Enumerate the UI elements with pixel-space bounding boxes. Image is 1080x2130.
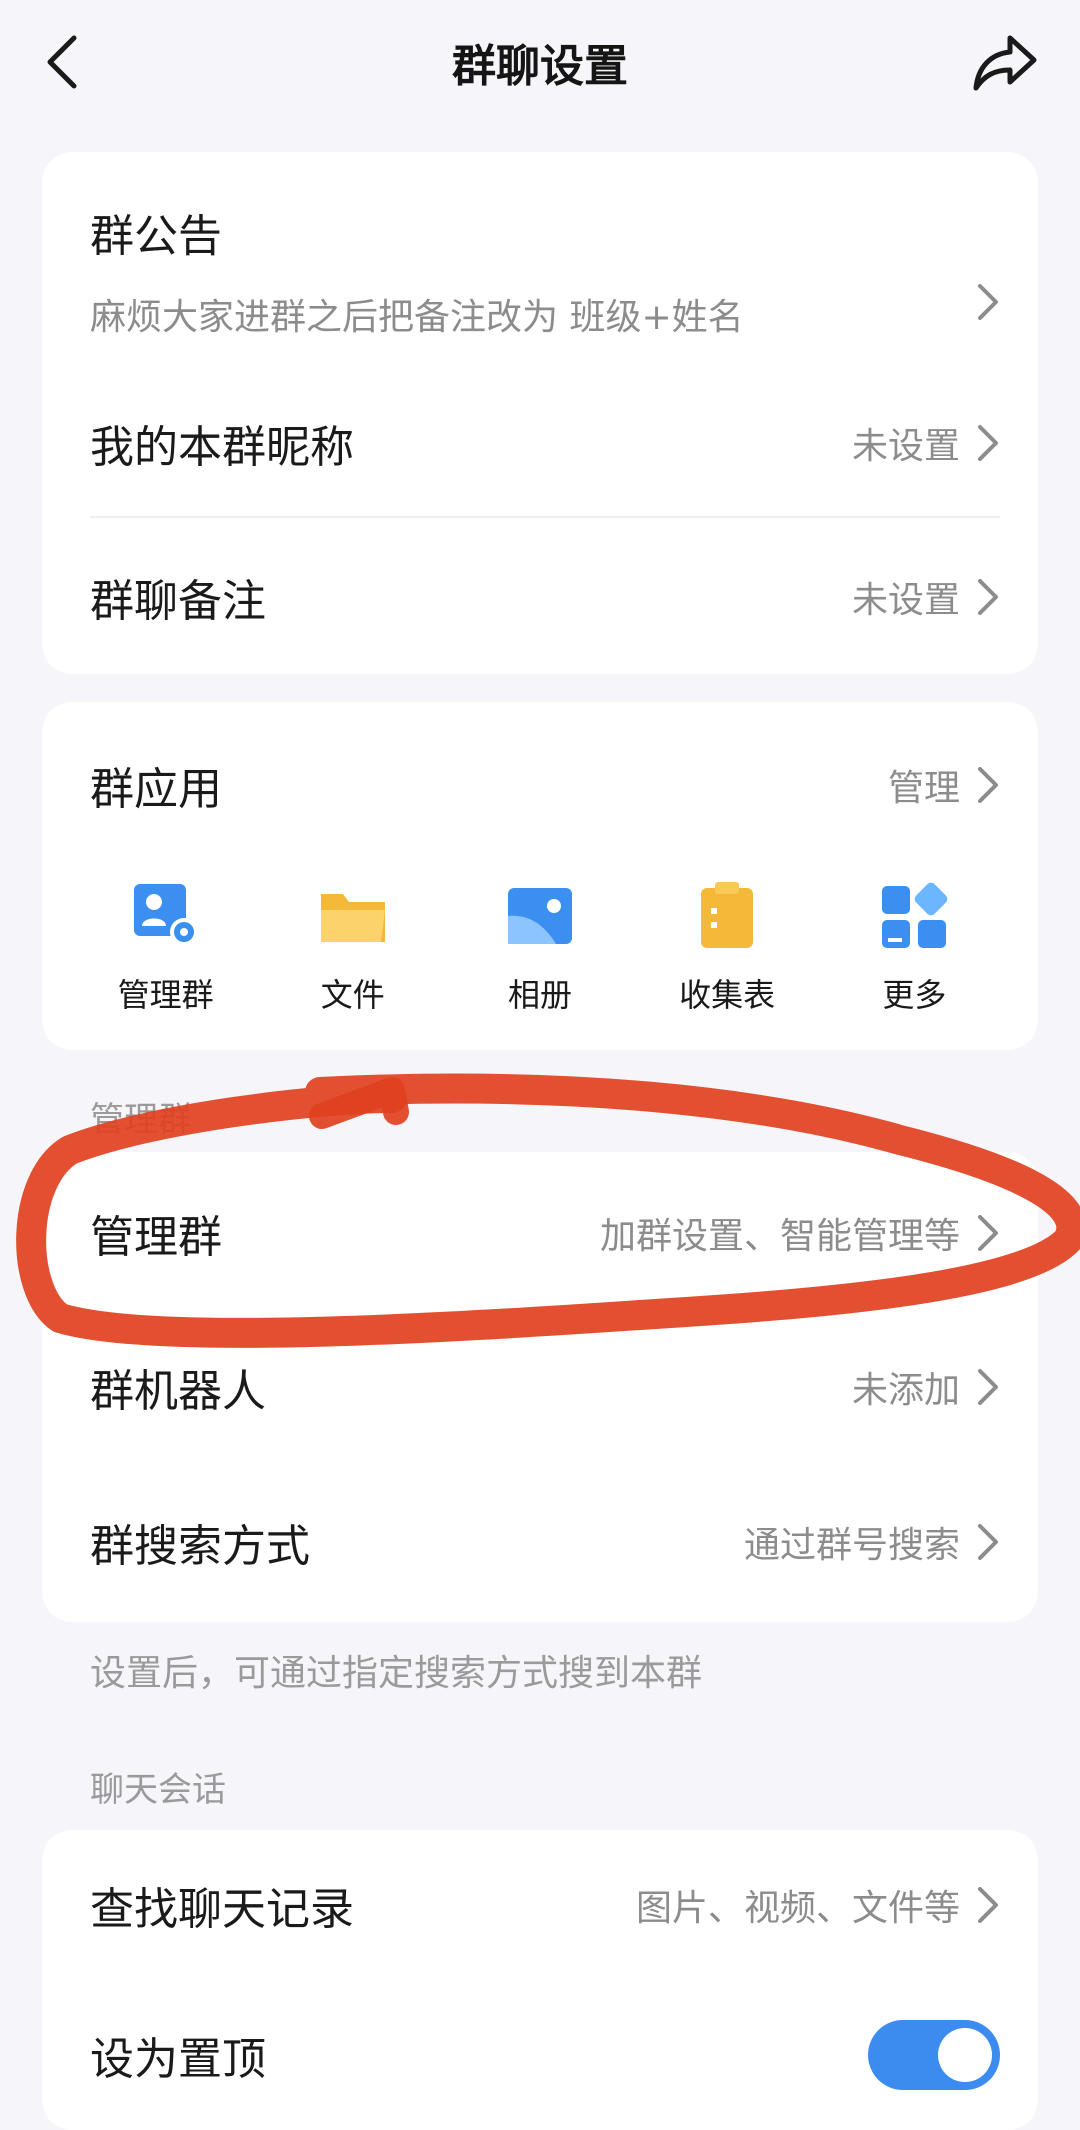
announcement-label: 群公告 [90,211,222,262]
group-robot-right: 未添加 [852,1361,1000,1413]
nickname-row[interactable]: 我的本群昵称 未设置 [42,368,1038,518]
clipboard-icon [701,882,754,948]
toggle-knob [938,2028,992,2082]
search-history-label: 查找聊天记录 [90,1884,354,1935]
manage-group-value: 加群设置、智能管理等 [599,1216,960,1257]
nickname-label: 我的本群昵称 [90,422,354,473]
share-icon [973,35,1037,91]
group-robot-label: 群机器人 [90,1366,266,1417]
manage-group-icon [133,884,198,946]
group-robot-value: 未添加 [851,1370,960,1411]
manage-group-right: 加群设置、智能管理等 [600,1207,1000,1259]
app-manage-group[interactable]: 管理群 [86,880,246,1016]
photo-album-icon [507,888,572,944]
share-button[interactable] [960,22,1050,102]
chat-card: 查找聊天记录 图片、视频、文件等 设为置顶 [42,1830,1038,2130]
app-more[interactable]: 更多 [834,880,994,1016]
group-search-value: 通过群号搜索 [743,1525,960,1566]
chevron-right-icon [978,1887,998,1923]
group-remark-row[interactable]: 群聊备注 未设置 [42,522,1038,672]
group-remark-value: 未设置 [851,580,960,621]
app-label: 更多 [882,976,947,1014]
group-remark-right: 未设置 [852,571,1000,623]
chat-section-label: 聊天会话 [90,1770,226,1810]
search-history-right: 图片、视频、文件等 [636,1879,1000,1931]
nickname-right: 未设置 [852,417,1000,469]
app-label: 管理群 [117,976,214,1014]
chevron-right-icon [978,1369,998,1405]
more-apps-icon [882,882,948,948]
group-apps-card: 群应用 管理 管理群 文件 相册 收集表 更多 [42,702,1038,1050]
group-robot-row[interactable]: 群机器人 未添加 [42,1312,1038,1462]
chevron-right-icon [978,284,998,320]
search-history-value: 图片、视频、文件等 [635,1888,960,1929]
group-apps-label: 群应用 [90,764,222,815]
manage-card: 管理群 加群设置、智能管理等 群机器人 未添加 群搜索方式 通过群号搜索 [42,1152,1038,1622]
announcement-row[interactable]: 群公告 麻烦大家进群之后把备注改为 班级+姓名 [42,182,1038,372]
group-apps-row[interactable]: 群应用 管理 [42,710,1038,860]
group-info-card: 群公告 麻烦大家进群之后把备注改为 班级+姓名 我的本群昵称 未设置 群聊备注 … [42,152,1038,674]
app-label: 收集表 [679,976,776,1014]
chevron-right-icon [978,425,998,461]
folder-icon [320,894,385,942]
app-label: 文件 [320,976,385,1014]
group-search-right: 通过群号搜索 [744,1516,1000,1568]
pin-chat-row: 设为置顶 [42,1980,1038,2130]
chevron-right-icon [978,579,998,615]
manage-section-label: 管理群 [90,1100,192,1140]
app-label: 相册 [507,976,572,1014]
divider [90,516,1000,518]
manage-group-label: 管理群 [90,1212,222,1263]
chevron-right-icon [978,1215,998,1251]
app-files[interactable]: 文件 [273,880,433,1016]
announcement-text: 麻烦大家进群之后把备注改为 班级+姓名 [90,297,744,338]
group-apps-right: 管理 [888,759,1000,811]
search-history-row[interactable]: 查找聊天记录 图片、视频、文件等 [42,1830,1038,1980]
pin-chat-label: 设为置顶 [90,2034,266,2085]
app-album[interactable]: 相册 [460,880,620,1016]
manage-group-row[interactable]: 管理群 加群设置、智能管理等 [42,1158,1038,1308]
group-remark-label: 群聊备注 [90,576,266,627]
nickname-value: 未设置 [851,426,960,467]
app-collect-form[interactable]: 收集表 [647,880,807,1016]
app-grid: 管理群 文件 相册 收集表 更多 [42,880,1038,1016]
group-apps-manage: 管理 [887,768,960,809]
group-search-label: 群搜索方式 [90,1521,310,1572]
chevron-right-icon [978,767,998,803]
group-search-row[interactable]: 群搜索方式 通过群号搜索 [42,1467,1038,1617]
top-bar: 群聊设置 [0,0,1080,122]
search-footnote: 设置后，可通过指定搜索方式搜到本群 [90,1653,703,1694]
pin-chat-toggle[interactable] [868,2020,1000,2090]
chevron-right-icon [978,1524,998,1560]
page-title: 群聊设置 [452,41,628,92]
